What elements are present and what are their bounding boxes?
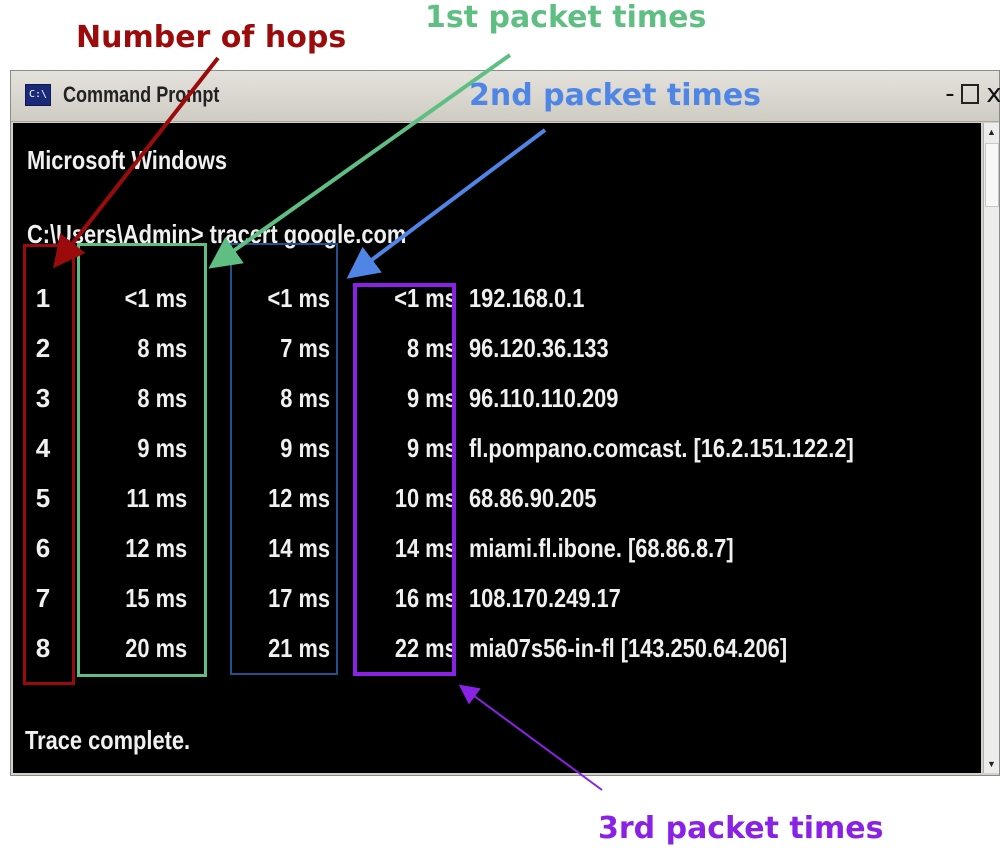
hop-host: 96.110.110.209 xyxy=(469,383,619,413)
annotation-1st-packet-times: 1st packet times xyxy=(425,0,707,35)
annotation-2nd-packet-times: 2nd packet times xyxy=(469,78,762,113)
hops-column-highlight xyxy=(23,244,75,685)
second-packet-column-highlight xyxy=(230,243,338,675)
annotation-3rd-packet-times: 3rd packet times xyxy=(598,811,884,846)
console-banner: Microsoft Windows xyxy=(27,145,227,175)
console-footer: Trace complete. xyxy=(25,725,191,755)
scrollbar-thumb[interactable] xyxy=(985,143,999,207)
hop-host: 68.86.90.205 xyxy=(469,483,597,513)
close-button[interactable]: x xyxy=(983,79,1000,109)
hop-host: 96.120.36.133 xyxy=(469,333,609,363)
hop-host: 108.170.249.17 xyxy=(469,583,621,613)
third-packet-column-highlight xyxy=(353,283,456,676)
hop-host: miami.fl.ibone. [68.86.8.7] xyxy=(469,533,734,563)
window-title: Command Prompt xyxy=(63,82,220,107)
first-packet-column-highlight xyxy=(77,243,207,677)
scroll-down-arrow-icon[interactable]: ▼ xyxy=(984,755,999,773)
maximize-button[interactable] xyxy=(961,84,979,104)
hop-host: 192.168.0.1 xyxy=(469,283,585,313)
console-app-icon: C:\ xyxy=(25,84,51,106)
minimize-button[interactable]: - xyxy=(939,79,961,109)
scroll-up-arrow-icon[interactable]: ▲ xyxy=(984,123,999,141)
hop-host: mia07s56-in-fl [143.250.64.206] xyxy=(469,633,788,663)
hop-host: fl.pompano.comcast. [16.2.151.122.2] xyxy=(469,433,854,463)
annotation-number-of-hops: Number of hops xyxy=(76,20,347,55)
vertical-scrollbar[interactable]: ▲ ▼ xyxy=(983,123,999,773)
